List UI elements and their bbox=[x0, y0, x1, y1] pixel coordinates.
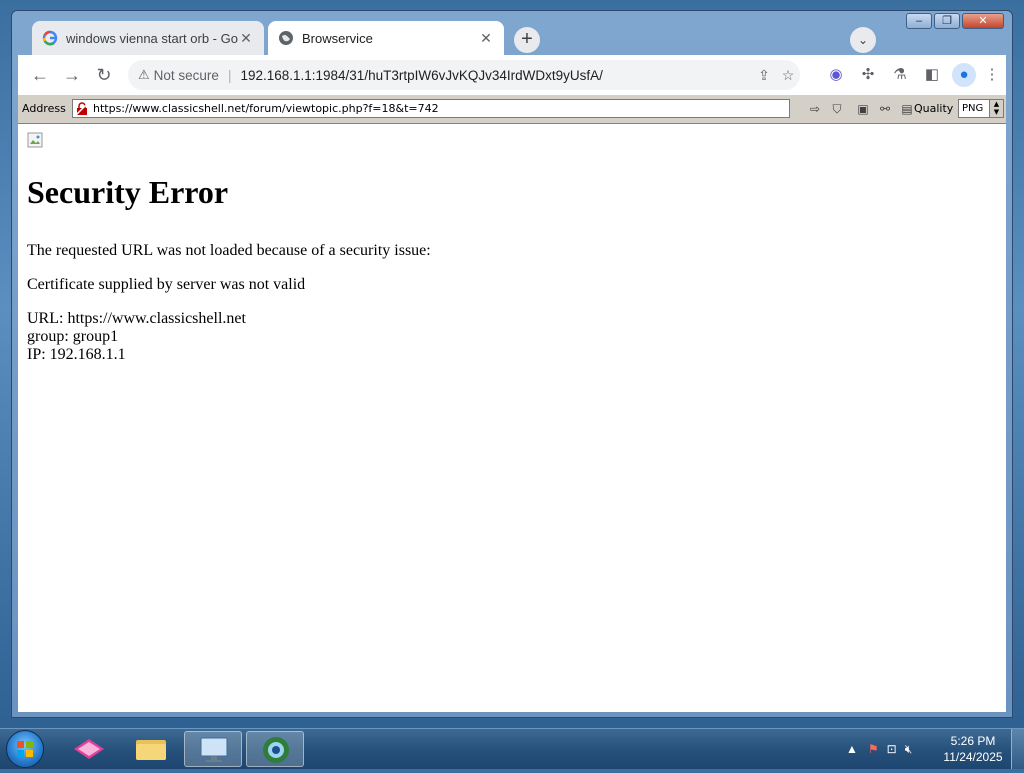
clock-time: 5:26 PM bbox=[950, 734, 996, 748]
address-label: Address bbox=[22, 102, 66, 115]
clock-date: 11/24/2025 bbox=[943, 750, 1003, 764]
show-hidden-icons[interactable]: ▲ bbox=[846, 742, 858, 756]
windows-logo-icon bbox=[17, 741, 33, 757]
omnibox-divider: | bbox=[227, 67, 232, 83]
new-tab-button[interactable]: + bbox=[514, 27, 540, 53]
chrome-toolbar: ← → ↻ ⚠ Not secure | 192.168.1.1:1984/31… bbox=[18, 55, 1006, 95]
tab-title: windows vienna start orb - Goo bbox=[66, 30, 238, 46]
globe-icon bbox=[279, 31, 293, 45]
address-field[interactable]: https://www.classicshell.net/forum/viewt… bbox=[72, 99, 790, 118]
forward-icon[interactable]: → bbox=[60, 63, 84, 87]
browser-window: – ❐ ✕ windows vienna start orb - Goo ✕ B… bbox=[11, 10, 1013, 718]
browser-icon bbox=[263, 737, 289, 763]
quality-spinner[interactable]: ▲ ▼ bbox=[989, 100, 1003, 117]
security-label[interactable]: Not secure bbox=[154, 68, 219, 83]
menu-icon[interactable]: ⋮ bbox=[980, 63, 1004, 87]
show-desktop-button[interactable] bbox=[1011, 729, 1024, 769]
taskbar-explorer[interactable] bbox=[122, 731, 180, 767]
taskbar-remote-desktop[interactable] bbox=[184, 731, 242, 767]
browservice-address-bar: Address https://www.classicshell.net/for… bbox=[18, 95, 1006, 124]
omnibox-url[interactable]: 192.168.1.1:1984/31/huT3rtpIW6vJvKQJv34I… bbox=[240, 68, 752, 83]
flask-icon[interactable]: ⚗ bbox=[888, 63, 912, 87]
app-icon bbox=[74, 739, 104, 759]
network-icon[interactable]: ⊡ bbox=[887, 742, 897, 756]
error-ip: IP: 192.168.1.1 bbox=[27, 346, 126, 363]
taskbar-browser[interactable] bbox=[246, 731, 304, 767]
error-detail: Certificate supplied by server was not v… bbox=[27, 276, 306, 293]
go-arrow-icon[interactable]: ⇨ bbox=[806, 100, 824, 118]
omnibox[interactable]: ⚠ Not secure | 192.168.1.1:1984/31/huT3r… bbox=[128, 60, 800, 90]
share-icon[interactable]: ⇪ bbox=[752, 67, 776, 84]
bookmark-icon[interactable]: ⛉ bbox=[828, 100, 846, 118]
error-group: group: group1 bbox=[27, 328, 119, 345]
warning-icon[interactable]: ⚠ bbox=[138, 67, 150, 83]
page-content: Security Error The requested URL was not… bbox=[18, 124, 1006, 712]
volume-muted-icon[interactable]: 🔇︎ bbox=[905, 742, 913, 757]
page-title: Security Error bbox=[27, 174, 229, 210]
back-icon[interactable]: ← bbox=[28, 63, 52, 87]
tab-close-icon[interactable]: ✕ bbox=[478, 30, 494, 47]
address-value[interactable]: https://www.classicshell.net/forum/viewt… bbox=[93, 102, 439, 115]
google-icon bbox=[42, 30, 58, 46]
profile-avatar[interactable]: ● bbox=[952, 63, 976, 87]
quality-selector[interactable]: PNG ▲ ▼ bbox=[958, 99, 1004, 118]
taskbar-app-pink[interactable] bbox=[60, 731, 118, 767]
tab-google-search[interactable]: windows vienna start orb - Goo ✕ bbox=[32, 21, 264, 55]
quality-label: Quality bbox=[914, 102, 954, 115]
error-url: URL: https://www.classicshell.net bbox=[27, 310, 246, 327]
tab-close-icon[interactable]: ✕ bbox=[238, 30, 254, 47]
puzzle-icon[interactable]: ✣ bbox=[856, 63, 880, 87]
start-orb-icon[interactable] bbox=[6, 730, 44, 768]
extension-icon[interactable]: ◉ bbox=[824, 63, 848, 87]
find-icon[interactable]: ⚯ bbox=[876, 100, 894, 118]
side-panel-icon[interactable]: ◧ bbox=[920, 63, 944, 87]
action-center-icon[interactable]: ⚑ bbox=[868, 742, 879, 756]
save-icon[interactable]: ▣ bbox=[854, 100, 872, 118]
monitor-icon bbox=[200, 737, 228, 762]
star-icon[interactable]: ☆ bbox=[776, 67, 800, 84]
taskbar: ▲ ⚑ ⊡ 🔇︎ 5:26 PM 11/24/2025 bbox=[0, 728, 1024, 769]
broken-image-icon bbox=[27, 132, 43, 148]
reload-icon[interactable]: ↻ bbox=[92, 63, 116, 87]
insecure-lock-icon bbox=[75, 101, 89, 116]
tab-title: Browservice bbox=[302, 30, 373, 46]
error-message: The requested URL was not loaded because… bbox=[27, 242, 431, 259]
quality-value: PNG bbox=[962, 103, 984, 114]
tab-browservice[interactable]: Browservice ✕ bbox=[268, 21, 504, 55]
tab-search-button[interactable]: ⌄ bbox=[850, 27, 876, 53]
folder-icon bbox=[136, 740, 166, 760]
clock[interactable]: 5:26 PM 11/24/2025 bbox=[934, 733, 1012, 765]
